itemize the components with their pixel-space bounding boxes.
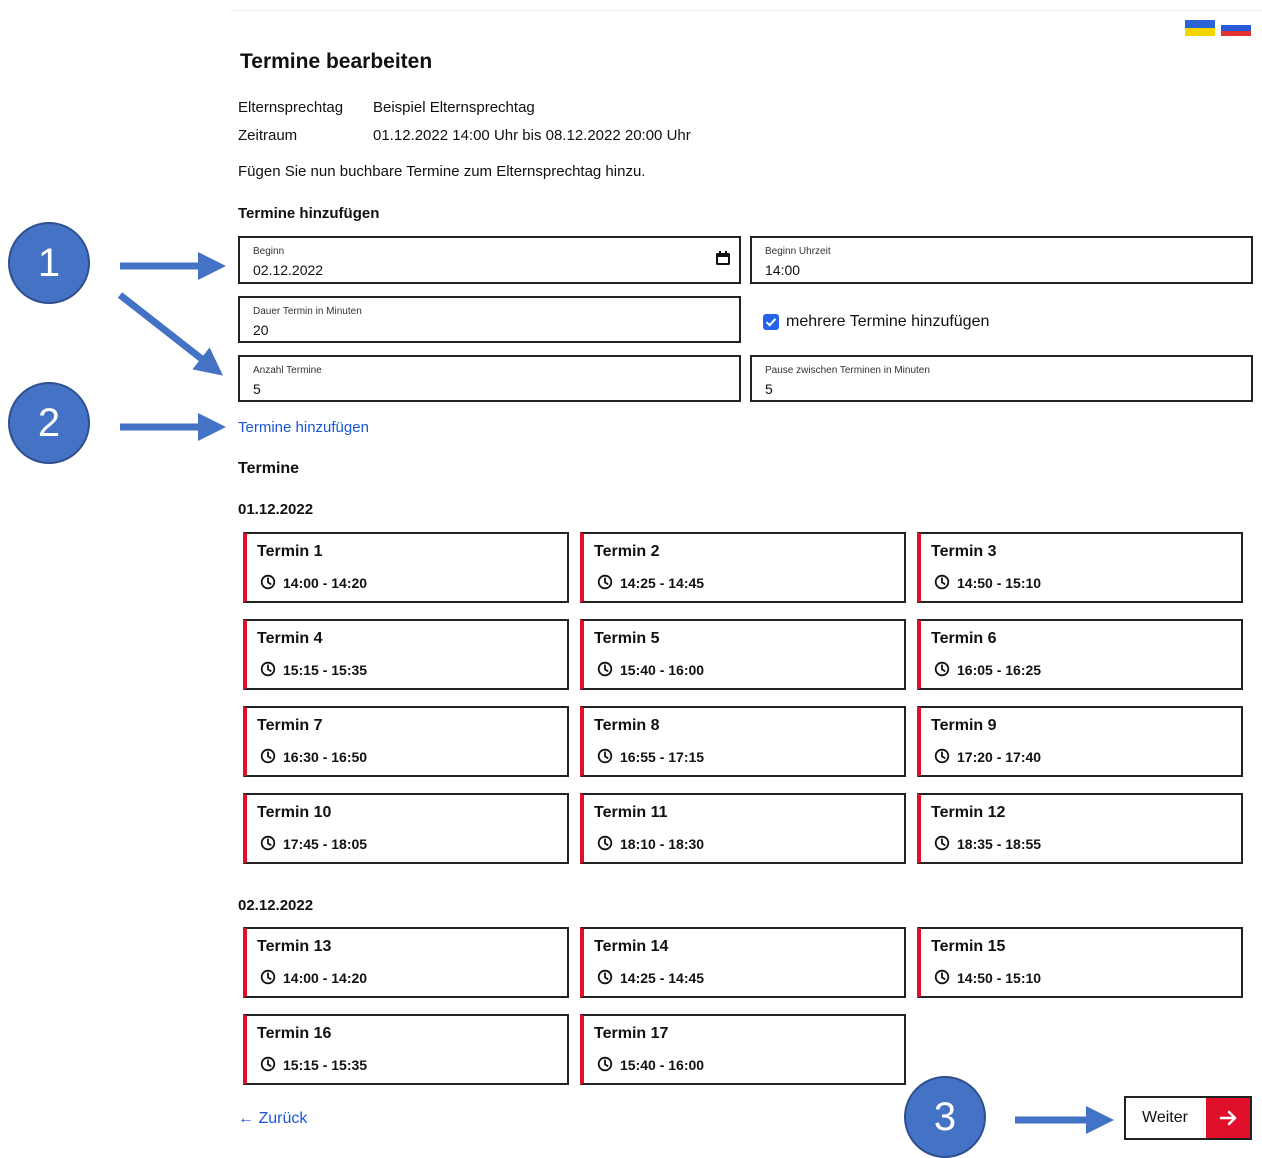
annotation-arrows [117,252,1114,1134]
annotation-arrow-1b [117,292,224,376]
